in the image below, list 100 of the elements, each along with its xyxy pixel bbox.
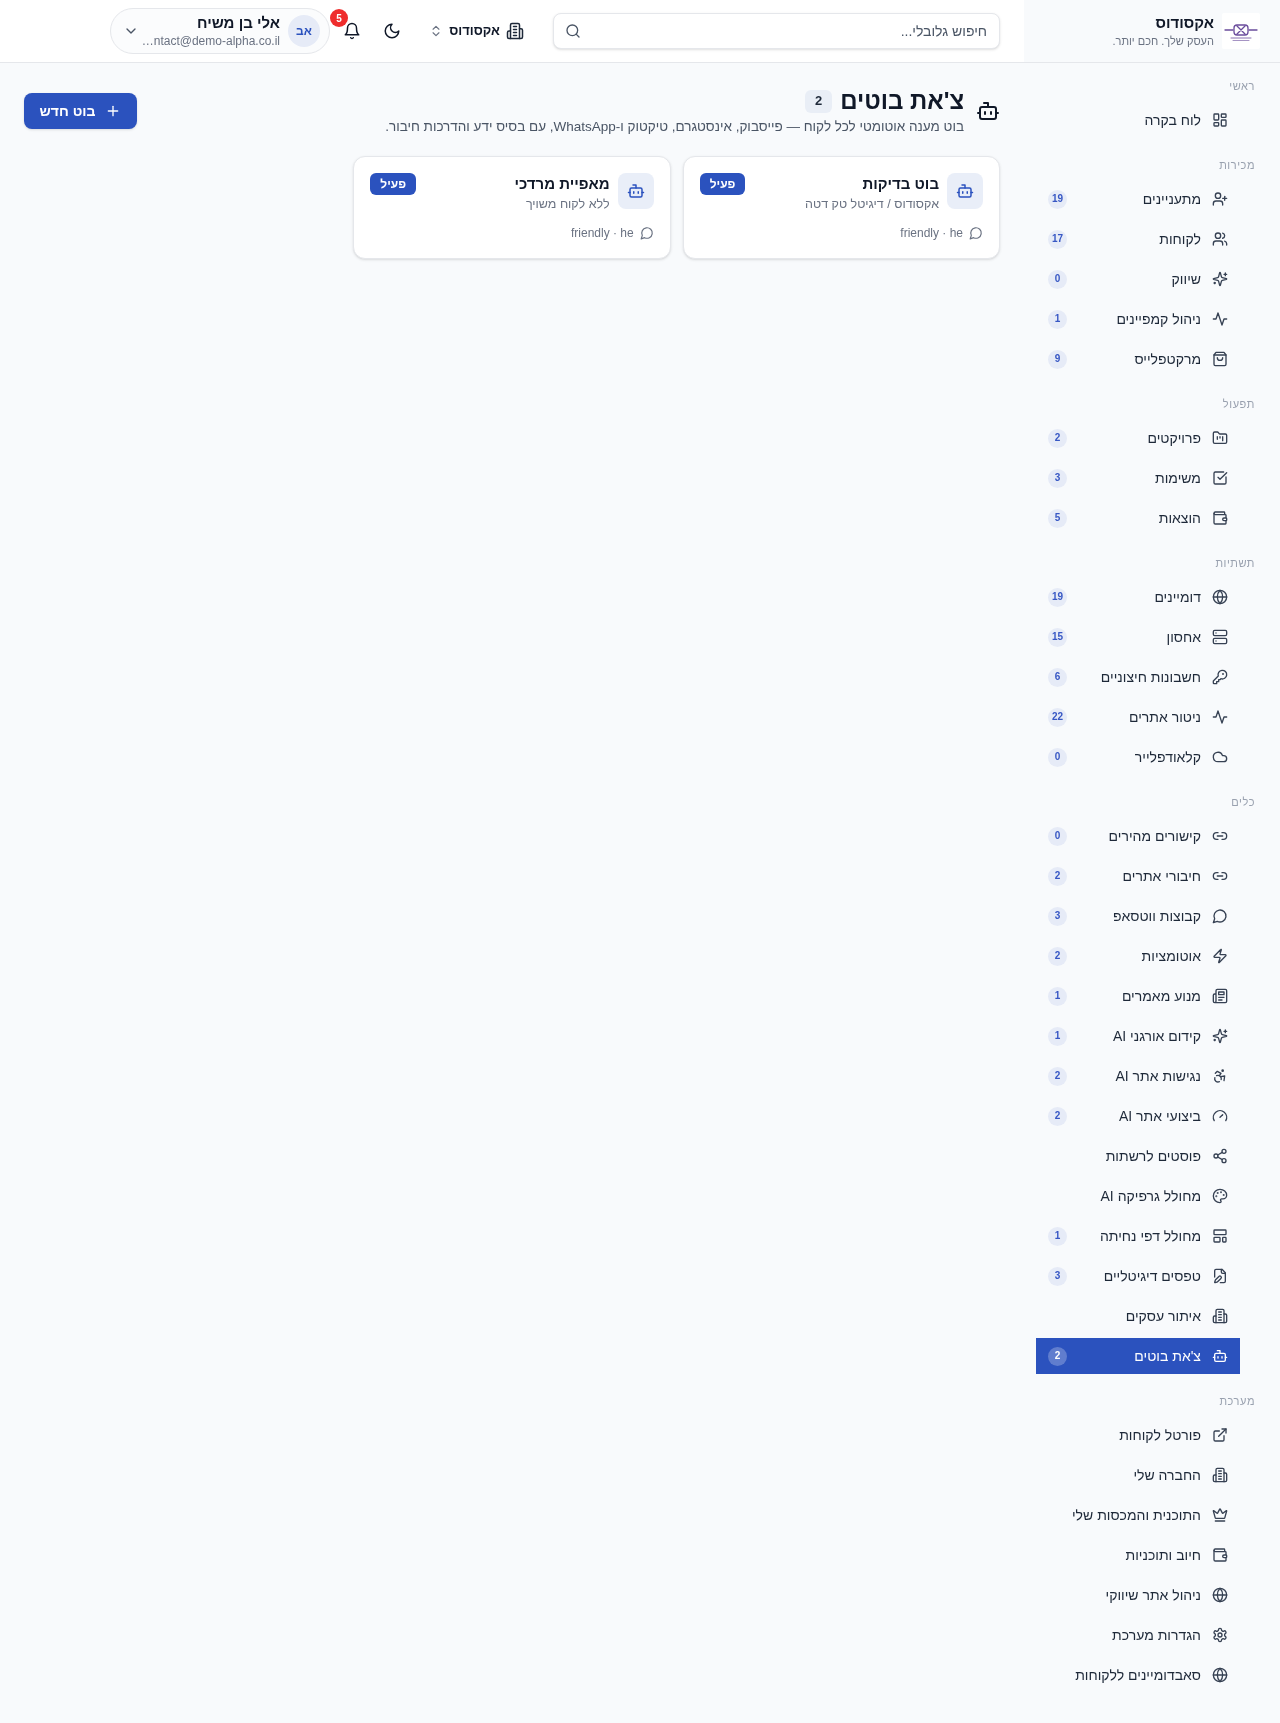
count-badge: 2 xyxy=(1048,946,1067,966)
section-label: מכירות xyxy=(1218,158,1256,173)
wallet-icon xyxy=(1212,1547,1228,1563)
count-badge: 9 xyxy=(1048,349,1067,369)
robot-icon xyxy=(617,173,654,209)
bot-subtitle: אקסודוס / דיגיטל טק דטה xyxy=(805,196,939,213)
count-badge: 15 xyxy=(1048,627,1068,647)
count-badge: 22 xyxy=(1048,707,1068,727)
external-link-icon xyxy=(1212,1427,1228,1443)
crown-icon xyxy=(1212,1507,1228,1523)
search-field[interactable]: חיפוש גלובלי... xyxy=(553,13,1000,49)
wallet-icon xyxy=(1212,510,1228,526)
user-avatar: אב xyxy=(288,15,320,47)
count-badge: 2 xyxy=(1048,428,1067,448)
robot-icon xyxy=(1212,1348,1228,1364)
section-label: מערכת xyxy=(1218,1394,1256,1409)
server-icon xyxy=(1212,629,1228,645)
newspaper-icon xyxy=(1212,988,1228,1004)
sidebar-item[interactable]: לוח בקרה xyxy=(1036,102,1240,138)
company-switcher[interactable]: אקסודוס xyxy=(428,13,525,49)
building-icon xyxy=(1212,1308,1228,1324)
grid-icon xyxy=(1212,112,1228,128)
count-badge: 2 xyxy=(1048,1106,1067,1126)
bot-name: מאפיית מרדכי xyxy=(514,174,610,194)
brand-name: אקסודוס xyxy=(1154,13,1214,33)
bot-name: בוט בדיקות xyxy=(861,174,939,194)
settings-icon xyxy=(1212,1627,1228,1643)
accessibility-icon xyxy=(1212,1068,1228,1084)
page-description: בוט מענה אוטומטי לכל לקוח — פייסבוק, אינסטגרם, טיקטוק ו-WhatsApp, עם בסיס ידע והדרכות חיבור. xyxy=(385,118,964,136)
count-badge: 17 xyxy=(1048,229,1068,249)
building-icon xyxy=(1212,1467,1228,1483)
section-label: תפעול xyxy=(1221,397,1256,412)
sidebar-item[interactable]: החברה שלי xyxy=(1036,1457,1240,1493)
user-plus-icon xyxy=(1212,191,1228,207)
sidebar-item[interactable]: פורטל לקוחות xyxy=(1036,1417,1240,1453)
sidebar-item[interactable]: ניהול אתר שיווקי xyxy=(1036,1577,1240,1613)
chat-bubble-icon xyxy=(1212,908,1228,924)
folder-icon xyxy=(1212,430,1228,446)
globe-icon xyxy=(1212,589,1228,605)
count-badge: 5 xyxy=(1048,508,1067,528)
count-badge: 2 xyxy=(1048,1346,1067,1366)
status-badge: פעיל xyxy=(370,173,417,195)
page-title: צ'את בוטים xyxy=(840,86,964,116)
robot-icon xyxy=(976,99,1000,123)
globe-icon xyxy=(1212,1667,1228,1683)
count-badge: 3 xyxy=(1048,906,1067,926)
chat-bubble-icon xyxy=(639,226,654,240)
section-label: כלים xyxy=(1230,795,1256,810)
sidebar-item[interactable]: התוכנית והמכסות שלי xyxy=(1036,1497,1240,1533)
bot-subtitle: ללא לקוח משויך xyxy=(524,196,610,213)
bot-meta: friendly · he xyxy=(900,225,963,241)
layout-icon xyxy=(1212,1228,1228,1244)
notification-badge: 5 xyxy=(330,9,348,27)
count-badge: 19 xyxy=(1048,587,1068,607)
globe-icon xyxy=(1212,1587,1228,1603)
sidebar-item[interactable]: סאבדומיינים ללקוחות xyxy=(1036,1657,1240,1693)
logo-icon xyxy=(1222,13,1260,49)
key-icon xyxy=(1212,669,1228,685)
palette-icon xyxy=(1212,1188,1228,1204)
section-label: תשתיות xyxy=(1214,556,1256,571)
count-badge: 2 xyxy=(1048,1066,1067,1086)
count-badge: 6 xyxy=(1048,667,1067,687)
sidebar-item[interactable]: מחולל גרפיקה AI xyxy=(1036,1178,1240,1214)
sparkle-icon xyxy=(1212,1028,1228,1044)
brand-tagline: העסק שלך. חכם יותר. xyxy=(1112,34,1214,49)
new-bot-button[interactable]: בוט חדש xyxy=(24,93,137,129)
count-badge: 3 xyxy=(1048,1266,1067,1286)
count-badge: 1 xyxy=(1048,1026,1067,1046)
bot-meta: friendly · he xyxy=(570,225,634,241)
sidebar-item[interactable]: פוסטים לרשתות xyxy=(1036,1138,1240,1174)
moon-icon xyxy=(383,22,401,40)
bell-icon xyxy=(343,22,361,40)
count-badge: 1 xyxy=(1048,1226,1067,1246)
lightning-icon xyxy=(1212,948,1228,964)
sidebar-item[interactable]: חיוב ותוכניות xyxy=(1036,1537,1240,1573)
pulse-icon xyxy=(1212,311,1228,327)
count-badge: 3 xyxy=(1048,468,1067,488)
sparkle-icon xyxy=(1212,271,1228,287)
count-badge: 0 xyxy=(1048,269,1067,289)
count-badge: 1 xyxy=(1048,309,1067,329)
count-badge: 0 xyxy=(1048,747,1067,767)
cloud-icon xyxy=(1212,749,1228,765)
bag-icon xyxy=(1212,351,1228,367)
chat-bubble-icon xyxy=(969,226,983,240)
sidebar-item[interactable]: הגדרות מערכת xyxy=(1036,1617,1240,1653)
file-pen-icon xyxy=(1212,1268,1228,1284)
count-badge: 2 xyxy=(1048,866,1067,886)
pulse-icon xyxy=(1212,709,1228,725)
gauge-icon xyxy=(1212,1108,1228,1124)
sidebar-item[interactable]: איתור עסקים xyxy=(1036,1298,1240,1334)
count-badge: 1 xyxy=(1048,986,1067,1006)
search-icon xyxy=(565,23,581,39)
count-badge: 19 xyxy=(1048,189,1068,209)
status-badge: פעיל xyxy=(699,173,746,195)
count-badge: 2 xyxy=(805,89,833,113)
users-icon xyxy=(1212,231,1228,247)
section-label: ראשי xyxy=(1228,79,1256,94)
checkmark-square-icon xyxy=(1212,470,1228,486)
count-badge: 0 xyxy=(1048,826,1067,846)
robot-icon xyxy=(947,173,983,209)
